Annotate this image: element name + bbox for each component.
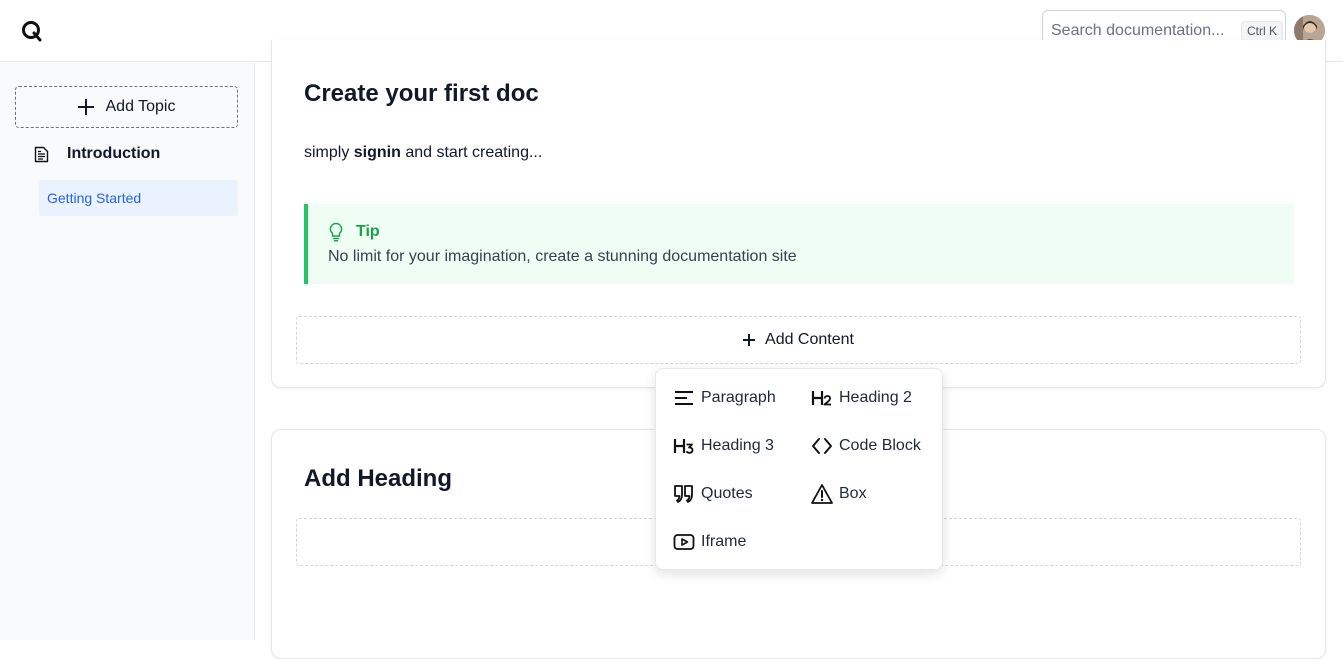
warning-icon	[811, 484, 833, 504]
sidebar-topic-label: Introduction	[67, 145, 161, 162]
menu-item-label: Paragraph	[701, 389, 776, 406]
content-type-menu: Paragraph Heading 2 Heading 3 Code Block…	[655, 368, 943, 570]
tip-header: Tip	[328, 222, 380, 242]
quote-icon	[674, 485, 693, 503]
plus-icon	[77, 99, 94, 115]
menu-item-label: Code Block	[839, 437, 921, 454]
document-icon	[34, 146, 49, 162]
menu-item-label: Quotes	[701, 485, 753, 502]
plus-icon	[743, 334, 756, 346]
paragraph-text-end: and start creating...	[400, 144, 543, 161]
menu-item-iframe[interactable]: Iframe	[673, 530, 746, 554]
menu-item-quotes[interactable]: Quotes	[673, 482, 753, 506]
add-content-button[interactable]: Add Content	[296, 316, 1301, 364]
section-title[interactable]: Add Heading	[304, 465, 452, 493]
menu-item-label: Heading 2	[839, 389, 912, 406]
search-shortcut-badge: Ctrl K	[1241, 21, 1283, 42]
logo-icon[interactable]	[20, 19, 44, 43]
menu-item-heading-3[interactable]: Heading 3	[673, 434, 774, 458]
heading-3-icon	[673, 439, 694, 454]
menu-item-paragraph[interactable]: Paragraph	[673, 386, 776, 410]
sidebar: Add Topic Introduction Getting Started	[0, 63, 255, 640]
menu-item-label: Heading 3	[701, 437, 774, 454]
section-title[interactable]: Create your first doc	[304, 80, 539, 108]
menu-item-heading-2[interactable]: Heading 2	[811, 386, 912, 410]
menu-item-code-block[interactable]: Code Block	[811, 434, 921, 458]
lightbulb-icon	[329, 222, 343, 242]
paragraph-text-start: simply	[304, 144, 354, 161]
heading-2-icon	[811, 391, 831, 406]
tip-box[interactable]: Tip No limit for your imagination, creat…	[304, 204, 1294, 284]
tip-title: Tip	[356, 223, 380, 240]
add-topic-label: Add Topic	[105, 98, 176, 115]
video-icon	[673, 534, 695, 550]
add-content-label: Add Content	[765, 331, 854, 348]
add-topic-button[interactable]: Add Topic	[15, 86, 238, 128]
sidebar-topic-introduction[interactable]: Introduction	[34, 143, 160, 165]
menu-item-box[interactable]: Box	[811, 482, 867, 506]
menu-item-label: Box	[839, 485, 867, 502]
paragraph-block[interactable]: simply signin and start creating...	[304, 144, 542, 162]
paragraph-icon	[675, 391, 693, 405]
code-icon	[812, 438, 832, 454]
paragraph-bold-text: signin	[353, 144, 401, 161]
sidebar-item-getting-started[interactable]: Getting Started	[39, 180, 238, 216]
tip-body: No limit for your imagination, create a …	[328, 248, 797, 265]
menu-item-label: Iframe	[701, 533, 747, 550]
